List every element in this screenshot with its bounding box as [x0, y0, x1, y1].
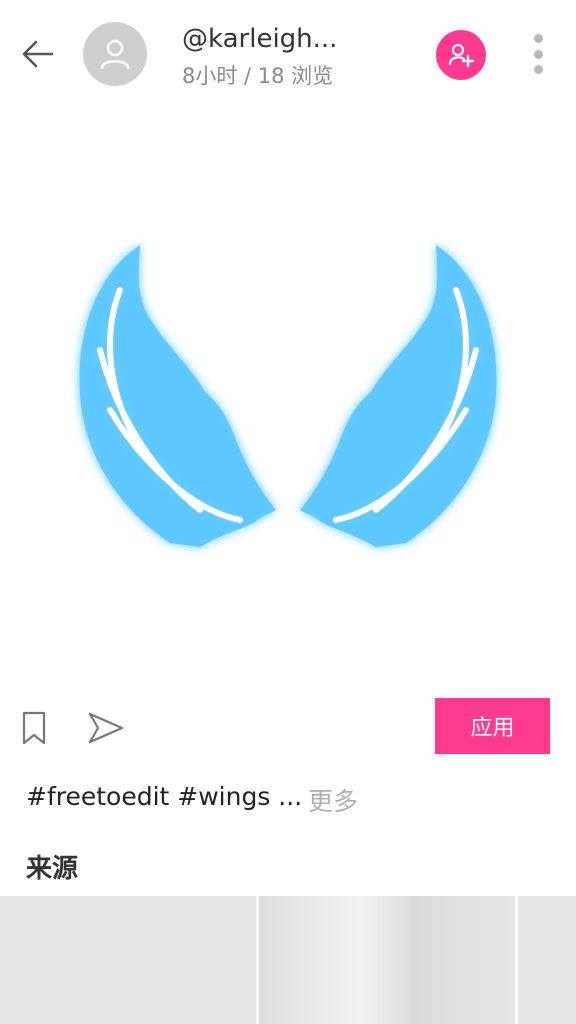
username[interactable]: @karleigh...: [182, 24, 337, 54]
avatar[interactable]: [83, 22, 147, 86]
post-meta: 8小时 / 18 浏览: [182, 64, 334, 88]
user-avatar-icon: [100, 39, 130, 70]
share-button[interactable]: [86, 710, 126, 746]
apply-button[interactable]: 应用: [435, 698, 550, 754]
wings-image: [79, 245, 497, 547]
more-options-button[interactable]: [526, 34, 550, 74]
source-thumbnail[interactable]: [518, 896, 576, 1024]
add-user-icon: [448, 43, 475, 68]
back-button[interactable]: [18, 34, 58, 74]
bookmark-icon: [22, 711, 46, 745]
source-thumbnail[interactable]: [259, 896, 515, 1024]
send-icon: [88, 712, 124, 744]
more-link[interactable]: 更多: [308, 782, 358, 818]
bookmark-button[interactable]: [20, 710, 50, 746]
post-image[interactable]: [0, 110, 576, 680]
source-thumbnails: [0, 896, 576, 1024]
back-arrow-icon: [22, 40, 54, 68]
source-heading: 来源: [26, 854, 79, 884]
more-vertical-icon: [533, 34, 543, 43]
post-tags[interactable]: #freetoedit #wings ...: [26, 782, 302, 811]
source-thumbnail[interactable]: [0, 896, 256, 1024]
follow-button[interactable]: [436, 30, 486, 80]
post-header: @karleigh... 8小时 / 18 浏览: [0, 0, 576, 110]
